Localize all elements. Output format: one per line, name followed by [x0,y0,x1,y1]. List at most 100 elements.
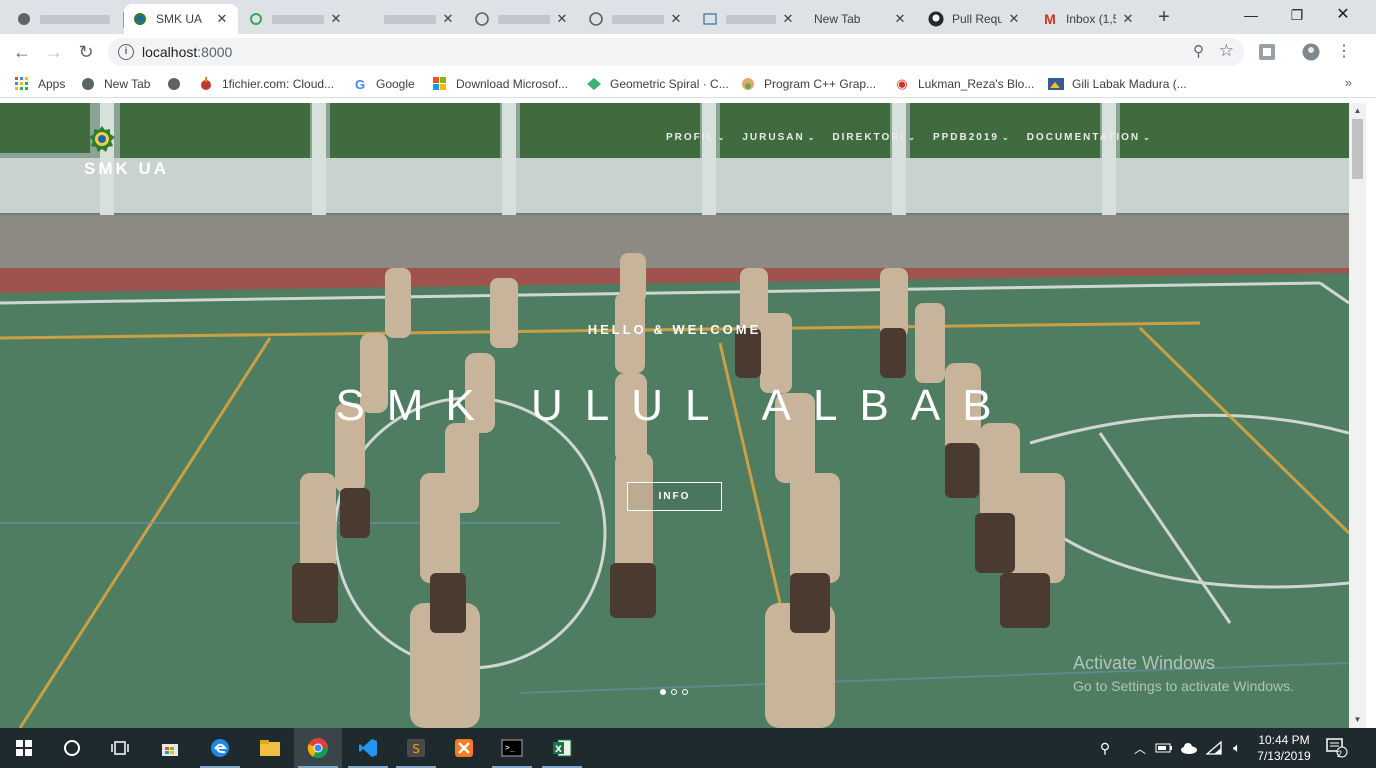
scrollbar-thumb[interactable] [1352,119,1363,179]
reload-button[interactable]: ↻ [74,40,98,64]
nav-direktori[interactable]: DIREKTORI ⌄ [832,132,917,143]
page-scrollbar[interactable]: ▲ ▼ [1349,103,1366,728]
loading-icon [248,11,264,27]
menu-kebab-icon[interactable]: ⋮ [1332,40,1356,64]
forward-button[interactable]: → [42,40,66,64]
wifi-icon[interactable] [1204,728,1224,768]
clock-time: 10:44 PM [1258,733,1310,747]
bookmark-codepen[interactable]: Geometric Spiral · C... [586,75,729,93]
edge-icon[interactable] [196,728,244,768]
globe-icon [588,11,604,27]
tab-new-tab[interactable]: New Tab ✕ [806,4,916,34]
tab-6[interactable]: ✕ [694,4,804,34]
scroll-up-arrow-icon[interactable]: ▲ [1349,103,1366,119]
close-window-button[interactable]: ✕ [1320,0,1366,32]
info-icon[interactable]: i [118,44,134,60]
zoom-icon[interactable]: ⚲ [1193,42,1204,60]
bookmark-apps[interactable]: Apps [14,75,65,93]
globe-icon [16,11,32,27]
bookmark-cpp-graph[interactable]: Program C++ Grap... [740,75,876,93]
volume-icon[interactable]: 🔈︎ [1226,728,1248,768]
extension-icon[interactable] [1258,43,1276,61]
file-explorer-icon[interactable] [246,728,294,768]
bookmark-google[interactable]: G Google [352,75,415,93]
action-center-icon[interactable]: 2 [1322,728,1352,768]
vscode-icon[interactable] [344,728,392,768]
tab-2[interactable]: ✕ [240,4,352,34]
school-logo-icon [89,126,115,152]
school-logo-icon [132,11,148,27]
close-icon[interactable]: ✕ [780,11,796,27]
bookmark-lukman-blog[interactable]: ◉ Lukman_Reza's Blo... [894,75,1034,93]
tab-5[interactable]: ✕ [580,4,692,34]
new-tab-button[interactable]: + [1152,6,1176,30]
sublime-icon[interactable]: S [392,728,440,768]
svg-text:>_: >_ [505,743,515,752]
wifi-blog-icon: ◉ [896,76,908,91]
tab-3[interactable]: ✕ [352,4,464,34]
cortana-icon[interactable] [48,728,96,768]
system-clock[interactable]: 10:44 PM 7/13/2019 [1252,732,1316,764]
minimize-button[interactable]: — [1228,0,1274,32]
carousel-indicators [660,689,688,695]
carousel-dot-3[interactable] [682,689,688,695]
close-icon[interactable]: ✕ [1006,11,1022,27]
task-view-icon[interactable] [96,728,144,768]
close-icon[interactable]: ✕ [440,11,456,27]
tab-smk-ua[interactable]: SMK UA ✕ [124,4,238,34]
bookmark-microsoft[interactable]: Download Microsof... [432,75,568,93]
bookmarks-bar: Apps New Tab 1fichier.com: Cloud... G Go… [0,70,1376,98]
bookmarks-overflow-button[interactable]: » [1345,75,1352,90]
chrome-icon[interactable] [294,728,342,768]
show-hidden-icons-chevron-icon[interactable]: ︿ [1130,728,1150,768]
nav-profil[interactable]: PROFIL ⌄ [666,132,726,143]
bookmark-globe[interactable] [166,75,190,93]
terminal-icon[interactable]: >_ [488,728,536,768]
1fichier-icon [198,76,214,92]
tab-inbox[interactable]: M Inbox (1,5 ✕ [1034,4,1144,34]
nav-ppdb2019[interactable]: PPDB2019 ⌄ [933,132,1011,143]
excel-icon[interactable]: X [538,728,586,768]
profile-avatar-icon[interactable] [1302,43,1320,61]
site-main-nav: PROFIL ⌄ JURUSAN ⌄ DIREKTORI ⌄ PPDB2019 ⌄ DO… [666,132,1152,143]
tab-4[interactable]: ✕ [466,4,578,34]
scroll-down-arrow-icon[interactable]: ▼ [1349,712,1366,728]
people-icon[interactable]: ⚲ [1092,728,1118,768]
restore-button[interactable]: ❐ [1274,0,1320,32]
address-bar[interactable]: i localhost:8000 ⚲ ☆ [108,38,1244,66]
tab-0[interactable] [8,4,124,34]
nav-documentation[interactable]: DOCUMENTATION ⌄ [1027,132,1152,143]
back-button[interactable]: ← [10,40,34,64]
tab-strip: SMK UA ✕ ✕ ✕ ✕ ✕ ✕ New Tab ✕ Pull Requ ✕… [0,0,1376,34]
page-viewport: SMK UA PROFIL ⌄ JURUSAN ⌄ DIREKTORI ⌄ PPDB2… [0,103,1349,728]
carousel-dot-1[interactable] [660,689,666,695]
nav-jurusan[interactable]: JURUSAN ⌄ [742,132,816,143]
chevron-down-icon: ⌄ [908,133,917,142]
tab-pull-requests[interactable]: Pull Requ ✕ [920,4,1030,34]
carousel-dot-2[interactable] [671,689,677,695]
bookmark-star-icon[interactable]: ☆ [1219,41,1234,61]
close-icon[interactable]: ✕ [554,11,570,27]
site-brand-name: SMK UA [84,159,170,178]
bookmark-new-tab[interactable]: New Tab [80,75,150,93]
onedrive-cloud-icon[interactable] [1178,728,1200,768]
chevron-down-icon: ⌄ [717,133,727,142]
store-icon[interactable] [146,728,194,768]
globe-icon [80,76,96,92]
xampp-icon[interactable] [440,728,488,768]
codepen-icon [586,76,602,92]
site-brand[interactable]: SMK UA [84,125,174,179]
notification-count-badge: 2 [1337,749,1343,759]
close-icon[interactable]: ✕ [1120,11,1136,27]
globe-icon [474,11,490,27]
info-button[interactable]: INFO [627,482,722,511]
close-icon[interactable]: ✕ [214,11,230,27]
battery-icon[interactable] [1154,728,1174,768]
close-icon[interactable]: ✕ [892,11,908,27]
bookmark-1fichier[interactable]: 1fichier.com: Cloud... [198,75,334,93]
windows-start-icon[interactable] [0,728,48,768]
svg-text:S: S [412,742,420,756]
close-icon[interactable]: ✕ [668,11,684,27]
close-icon[interactable]: ✕ [328,11,344,27]
bookmark-gili-labak[interactable]: Gili Labak Madura (... [1048,75,1187,93]
